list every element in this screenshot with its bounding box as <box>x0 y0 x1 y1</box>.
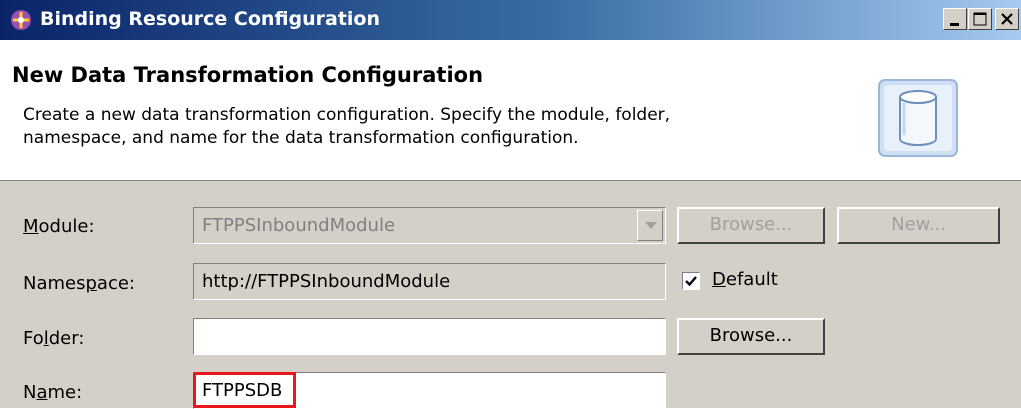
header-description-line-1: Create a new data transformation configu… <box>23 105 671 125</box>
header-title: New Data Transformation Configuration <box>12 63 484 87</box>
namespace-field[interactable]: http://FTPPSInboundModule <box>193 263 666 300</box>
maximize-button[interactable] <box>968 8 992 30</box>
name-label: Name: <box>23 382 83 403</box>
name-highlight-box <box>193 372 296 408</box>
default-checkbox-label[interactable]: Default <box>712 269 778 290</box>
chevron-down-icon <box>645 222 657 229</box>
binding-resource-icon <box>11 10 31 30</box>
module-dropdown-button[interactable] <box>637 210 663 241</box>
module-combo[interactable]: FTPPSInboundModule <box>193 207 666 244</box>
namespace-label: Namespace: <box>23 273 135 294</box>
module-browse-button[interactable]: Browse... <box>677 207 825 244</box>
minimize-button[interactable] <box>943 8 967 30</box>
minimize-icon <box>950 23 959 26</box>
module-value: FTPPSInboundModule <box>202 215 396 236</box>
maximize-icon <box>973 12 987 26</box>
binding-resource-configuration-dialog: Binding Resource Configuration New Data … <box>0 0 1021 409</box>
database-cylinder-icon <box>878 79 958 157</box>
namespace-value: http://FTPPSInboundModule <box>202 271 451 292</box>
folder-browse-button[interactable]: Browse... <box>677 318 825 355</box>
module-new-button[interactable]: New... <box>837 207 1000 244</box>
module-label: Module: <box>23 216 95 237</box>
window-title: Binding Resource Configuration <box>40 8 381 30</box>
header-description-line-2: namespace, and name for the data transfo… <box>23 128 579 148</box>
dialog-header: New Data Transformation Configuration Cr… <box>0 40 1021 181</box>
title-bar[interactable]: Binding Resource Configuration <box>0 0 1021 40</box>
folder-label: Folder: <box>23 328 85 349</box>
header-description: Create a new data transformation configu… <box>23 104 843 150</box>
close-button[interactable] <box>995 8 1019 30</box>
checkmark-icon <box>685 276 697 287</box>
default-checkbox[interactable] <box>682 272 700 290</box>
close-icon <box>1001 13 1013 25</box>
folder-input[interactable] <box>193 318 666 355</box>
